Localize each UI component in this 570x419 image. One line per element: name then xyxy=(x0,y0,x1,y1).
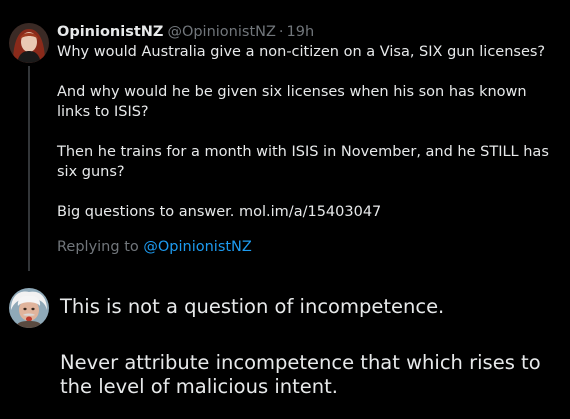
header-separator: · xyxy=(278,24,284,40)
tweet-paragraph: Big questions to answer. mol.im/a/154030… xyxy=(57,204,382,220)
tweet-paragraph: Then he trains for a month with ISIS in … xyxy=(57,144,549,180)
reply-compose-text[interactable]: This is not a question of incompetence. … xyxy=(60,295,560,399)
replying-to-label: Replying to xyxy=(57,239,139,255)
author-display-name[interactable]: OpinionistNZ xyxy=(57,22,163,42)
author-handle[interactable]: @OpinionistNZ xyxy=(167,22,275,42)
tweet-paragraph: Why would Australia give a non-citizen o… xyxy=(57,44,546,60)
tweet-paragraph: And why would he be given six licenses w… xyxy=(57,84,527,120)
original-tweet[interactable]: OpinionistNZ @OpinionistNZ · 19h Why wou… xyxy=(57,22,562,257)
tweet-timestamp[interactable]: 19h xyxy=(287,22,315,42)
reply-paragraph: Never attribute incompetence that which … xyxy=(60,351,541,398)
avatar-photo-icon xyxy=(9,288,49,328)
thread-connector-line xyxy=(28,66,30,271)
reply-user-avatar[interactable] xyxy=(9,288,49,328)
author-avatar[interactable] xyxy=(9,23,49,63)
replying-to-mention-link[interactable]: @OpinionistNZ xyxy=(143,239,251,255)
replying-to: Replying to @OpinionistNZ xyxy=(57,237,562,257)
tweet-text: Why would Australia give a non-citizen o… xyxy=(57,42,562,222)
reply-paragraph: This is not a question of incompetence. xyxy=(60,295,445,318)
tweet-header: OpinionistNZ @OpinionistNZ · 19h xyxy=(57,22,562,42)
avatar-photo-icon xyxy=(9,23,49,63)
